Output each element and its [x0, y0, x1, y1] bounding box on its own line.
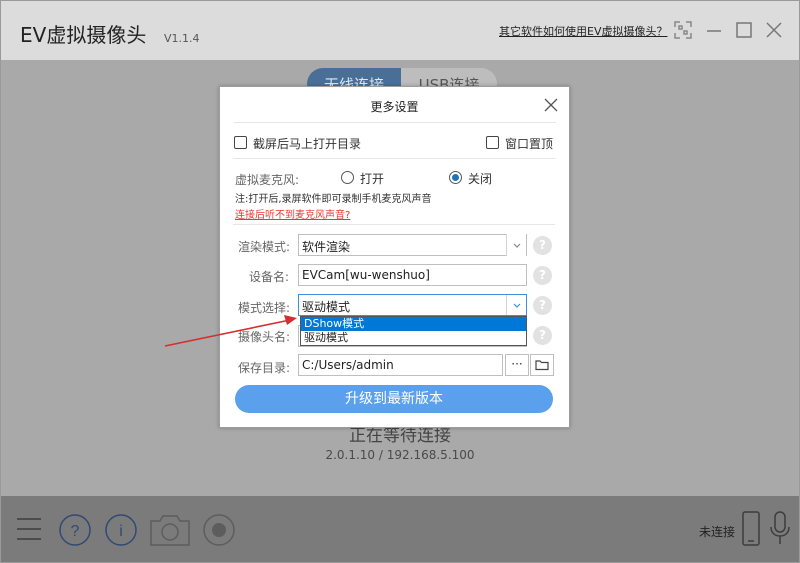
render-mode-help-icon[interactable]: ? [533, 236, 552, 255]
virtual-mic-label: 虚拟麦克风: [235, 173, 300, 187]
mode-option-dshow[interactable]: DShow模式 [301, 317, 526, 331]
window-on-top-label: 窗口置顶 [505, 137, 554, 151]
other-software-help-link[interactable]: 其它软件如何使用EV虚拟摄像头？ [499, 23, 667, 39]
section-divider [233, 158, 555, 159]
dialog-header-divider [234, 122, 556, 123]
folder-icon [535, 360, 549, 371]
menu-icon[interactable] [15, 514, 43, 544]
mic-help-link[interactable]: 连接后听不到麦克风声音? [235, 206, 350, 221]
bottom-bar: ? i 未连接 [1, 496, 799, 562]
browse-button[interactable]: ··· [505, 354, 529, 376]
dialog-close-icon[interactable] [543, 97, 559, 113]
device-name-value: EVCam[wu-wenshuo] [302, 268, 430, 282]
help-icon[interactable]: ? [58, 513, 92, 547]
qr-scan-icon[interactable] [672, 19, 694, 41]
device-name-help-icon[interactable]: ? [533, 266, 552, 285]
svg-text:?: ? [71, 523, 80, 540]
render-mode-select[interactable]: 软件渲染 [298, 234, 527, 256]
mode-select-label: 模式选择: [238, 301, 291, 315]
chevron-down-icon [513, 303, 521, 308]
mic-on-radio[interactable] [341, 171, 354, 184]
record-icon[interactable] [202, 513, 236, 547]
device-name-input[interactable]: EVCam[wu-wenshuo] [298, 264, 527, 286]
camera-snapshot-icon[interactable] [148, 513, 192, 547]
section-divider [233, 224, 555, 225]
minimize-icon[interactable] [703, 19, 725, 41]
render-mode-value: 软件渲染 [302, 240, 351, 254]
mode-select-options: DShow模式 驱动模式 [300, 316, 527, 346]
mic-off-radio[interactable] [449, 171, 462, 184]
app-version: V1.1.4 [164, 32, 200, 45]
mic-on-label: 打开 [360, 172, 385, 186]
connection-status-label: 未连接 [699, 525, 736, 539]
window-on-top-checkbox[interactable] [486, 136, 499, 149]
save-dir-input[interactable]: C:/Users/admin [298, 354, 503, 376]
maximize-icon[interactable] [733, 19, 755, 41]
mode-select-help-icon[interactable]: ? [533, 296, 552, 315]
mode-select-dropdown-button[interactable] [506, 295, 526, 315]
mode-select-value: 驱动模式 [302, 300, 351, 314]
close-window-icon[interactable] [763, 19, 785, 41]
title-bar: EV虚拟摄像头 V1.1.4 其它软件如何使用EV虚拟摄像头？ [1, 1, 799, 60]
connection-address: 2.0.1.10 / 192.168.5.100 [325, 448, 475, 462]
app-title: EV虚拟摄像头 [20, 23, 147, 47]
mic-note: 注:打开后,录屏软件即可录制手机麦克风声音 [235, 194, 432, 205]
open-dir-after-screenshot-checkbox[interactable] [234, 136, 247, 149]
save-dir-label: 保存目录: [238, 361, 291, 375]
dialog-title: 更多设置 [370, 100, 419, 114]
camera-name-help-icon[interactable]: ? [533, 326, 552, 345]
microphone-icon[interactable] [769, 511, 791, 547]
chevron-down-icon [513, 243, 521, 248]
info-icon[interactable]: i [104, 513, 138, 547]
open-folder-button[interactable] [530, 354, 554, 376]
mode-select[interactable]: 驱动模式 [298, 294, 527, 316]
render-mode-dropdown-button[interactable] [506, 234, 526, 256]
phone-icon [742, 511, 760, 546]
render-mode-label: 渲染模式: [238, 240, 291, 254]
open-dir-after-screenshot-label: 截屏后马上打开目录 [253, 137, 362, 151]
device-name-label: 设备名: [249, 270, 290, 284]
upgrade-button[interactable]: 升级到最新版本 [235, 385, 553, 413]
save-dir-value: C:/Users/admin [302, 358, 394, 372]
mode-option-driver[interactable]: 驱动模式 [301, 331, 526, 345]
camera-name-label: 摄像头名: [238, 330, 291, 344]
mic-off-label: 关闭 [468, 172, 493, 186]
svg-text:i: i [119, 523, 123, 540]
